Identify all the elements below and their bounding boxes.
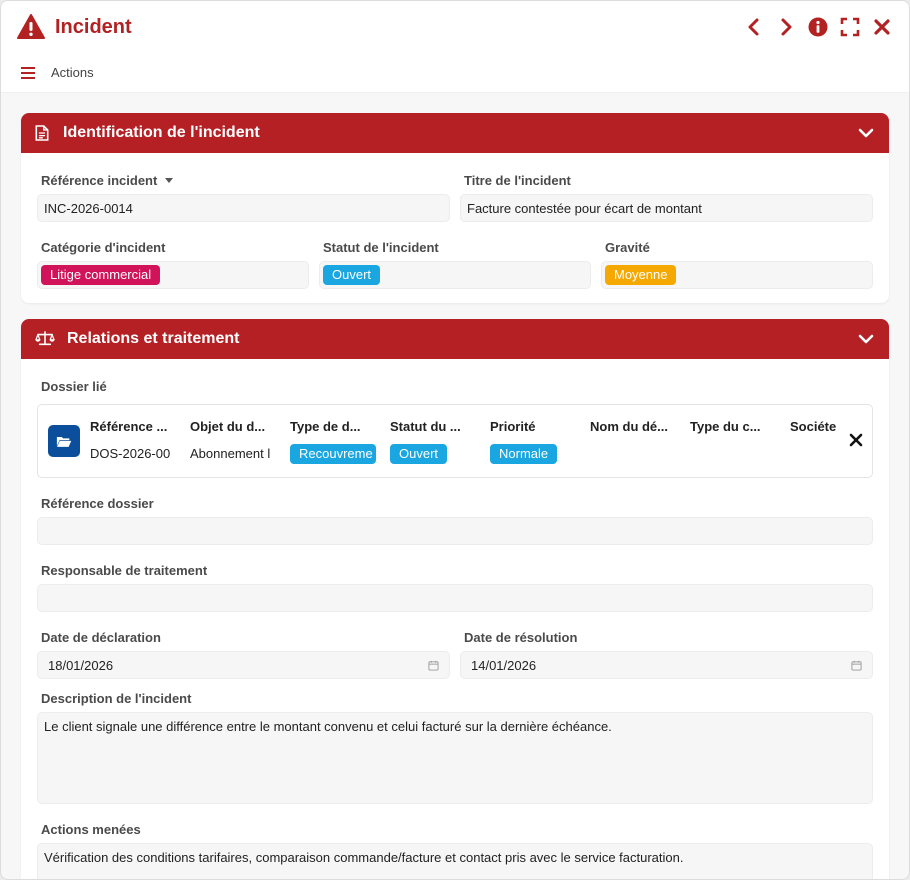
info-icon	[808, 17, 828, 37]
declaration-date-label: Date de déclaration	[41, 630, 161, 645]
severity-select[interactable]: Moyenne	[601, 261, 873, 289]
window-title: Incident	[55, 15, 132, 38]
warning-icon	[17, 14, 45, 39]
expand-icon	[840, 17, 860, 37]
close-button[interactable]	[871, 16, 893, 38]
description-field: Description de l'incident Le client sign…	[37, 691, 873, 804]
severity-label: Gravité	[605, 240, 650, 255]
next-button[interactable]	[775, 16, 797, 38]
chevron-left-icon	[748, 18, 759, 36]
identification-panel: Identification de l'incident Référence i…	[21, 113, 889, 303]
chevron-right-icon	[781, 18, 792, 36]
col-header-type: Type de d...	[290, 418, 361, 434]
title-bar: Incident	[1, 1, 909, 53]
menu-bar: Actions	[1, 53, 909, 93]
actions-taken-label: Actions menées	[41, 822, 141, 837]
info-button[interactable]	[807, 16, 829, 38]
title-label: Titre de l'incident	[464, 173, 571, 188]
open-file-button[interactable]	[48, 425, 80, 457]
declaration-date-value: 18/01/2026	[48, 657, 114, 673]
remove-link-icon[interactable]	[848, 432, 864, 448]
resolution-date-field: Date de résolution 14/01/2026	[460, 624, 873, 679]
incident-window: Incident Actions Identification de l'inc…	[0, 0, 910, 880]
reference-label: Référence incident	[41, 173, 158, 188]
relations-title: Relations et traitement	[67, 330, 240, 347]
description-label: Description de l'incident	[41, 691, 192, 706]
document-icon	[35, 124, 53, 142]
status-tag: Ouvert	[323, 265, 381, 285]
previous-button[interactable]	[743, 16, 765, 38]
menu-icon[interactable]	[21, 66, 35, 79]
linked-file-columns: Référence ... DOS-2026-00 Objet du d... Ab…	[90, 419, 862, 464]
scale-icon	[35, 330, 57, 348]
col-header-client-type: Type du c...	[690, 418, 761, 434]
relations-panel: Relations et traitement Dossier lié Réfé…	[21, 319, 889, 879]
actions-menu[interactable]: Actions	[51, 65, 94, 80]
status-select[interactable]: Ouvert	[319, 261, 591, 289]
category-label: Catégorie d'incident	[41, 240, 166, 255]
calendar-icon[interactable]	[428, 660, 439, 671]
handler-label: Responsable de traitement	[41, 563, 208, 578]
col-header-priority: Priorité	[490, 418, 536, 434]
linked-object: Abonnement l	[190, 446, 271, 461]
handler-input[interactable]	[37, 584, 873, 612]
resolution-date-input[interactable]: 14/01/2026	[460, 651, 873, 679]
window-controls	[743, 16, 893, 38]
form-content: Identification de l'incident Référence i…	[1, 93, 909, 879]
declaration-date-input[interactable]: 18/01/2026	[37, 651, 450, 679]
title-input[interactable]: Facture contestée pour écart de montant	[460, 194, 873, 222]
status-label: Statut de l'incident	[323, 240, 439, 255]
col-header-status: Statut du ...	[390, 418, 461, 434]
folder-open-icon	[56, 436, 72, 447]
linked-reference: DOS-2026-00	[90, 446, 171, 461]
identification-header[interactable]: Identification de l'incident	[21, 113, 889, 153]
severity-field: Gravité Moyenne	[601, 234, 873, 289]
reference-input[interactable]: INC-2026-0014	[37, 194, 450, 222]
resolution-date-label: Date de résolution	[464, 630, 578, 645]
linked-file-card[interactable]: Référence ... DOS-2026-00 Objet du d... Ab…	[37, 404, 873, 478]
linked-file-label: Dossier lié	[41, 379, 107, 394]
reference-field: Référence incident INC-2026-0014	[37, 167, 450, 222]
file-reference-label: Référence dossier	[41, 496, 154, 511]
handler-field: Responsable de traitement	[37, 557, 873, 612]
col-header-company: Sociéte	[790, 418, 837, 434]
close-icon	[874, 19, 890, 35]
linked-type-tag: Recouvreme	[290, 443, 376, 464]
relations-body: Dossier lié Référence ... DOS-2026-00 Obj…	[21, 359, 889, 879]
resolution-date-value: 14/01/2026	[471, 657, 537, 673]
category-select[interactable]: Litige commercial	[37, 261, 309, 289]
status-field: Statut de l'incident Ouvert	[319, 234, 591, 289]
linked-status-tag: Ouvert	[390, 443, 448, 464]
file-reference-input[interactable]	[37, 517, 873, 545]
declaration-date-field: Date de déclaration 18/01/2026	[37, 624, 450, 679]
col-header-reference: Référence ...	[90, 418, 168, 434]
caret-down-icon[interactable]	[165, 178, 174, 183]
linked-priority-tag: Normale	[490, 443, 558, 464]
identification-body: Référence incident INC-2026-0014 Titre d…	[21, 153, 889, 303]
title-field: Titre de l'incident Facture contestée po…	[460, 167, 873, 222]
actions-textarea[interactable]: Vérification des conditions tarifaires, …	[37, 843, 873, 879]
col-header-object: Objet du d...	[190, 418, 266, 434]
col-header-name: Nom du dé...	[590, 418, 668, 434]
category-tag: Litige commercial	[41, 265, 161, 285]
file-reference-field: Référence dossier	[37, 490, 873, 545]
severity-tag: Moyenne	[605, 265, 677, 285]
identification-title: Identification de l'incident	[63, 124, 260, 141]
calendar-icon[interactable]	[851, 660, 862, 671]
chevron-down-icon[interactable]	[857, 330, 875, 348]
chevron-down-icon[interactable]	[857, 124, 875, 142]
category-field: Catégorie d'incident Litige commercial	[37, 234, 309, 289]
description-textarea[interactable]: Le client signale une différence entre l…	[37, 712, 873, 804]
relations-header[interactable]: Relations et traitement	[21, 319, 889, 359]
fullscreen-button[interactable]	[839, 16, 861, 38]
actions-field: Actions menées Vérification des conditio…	[37, 816, 873, 879]
